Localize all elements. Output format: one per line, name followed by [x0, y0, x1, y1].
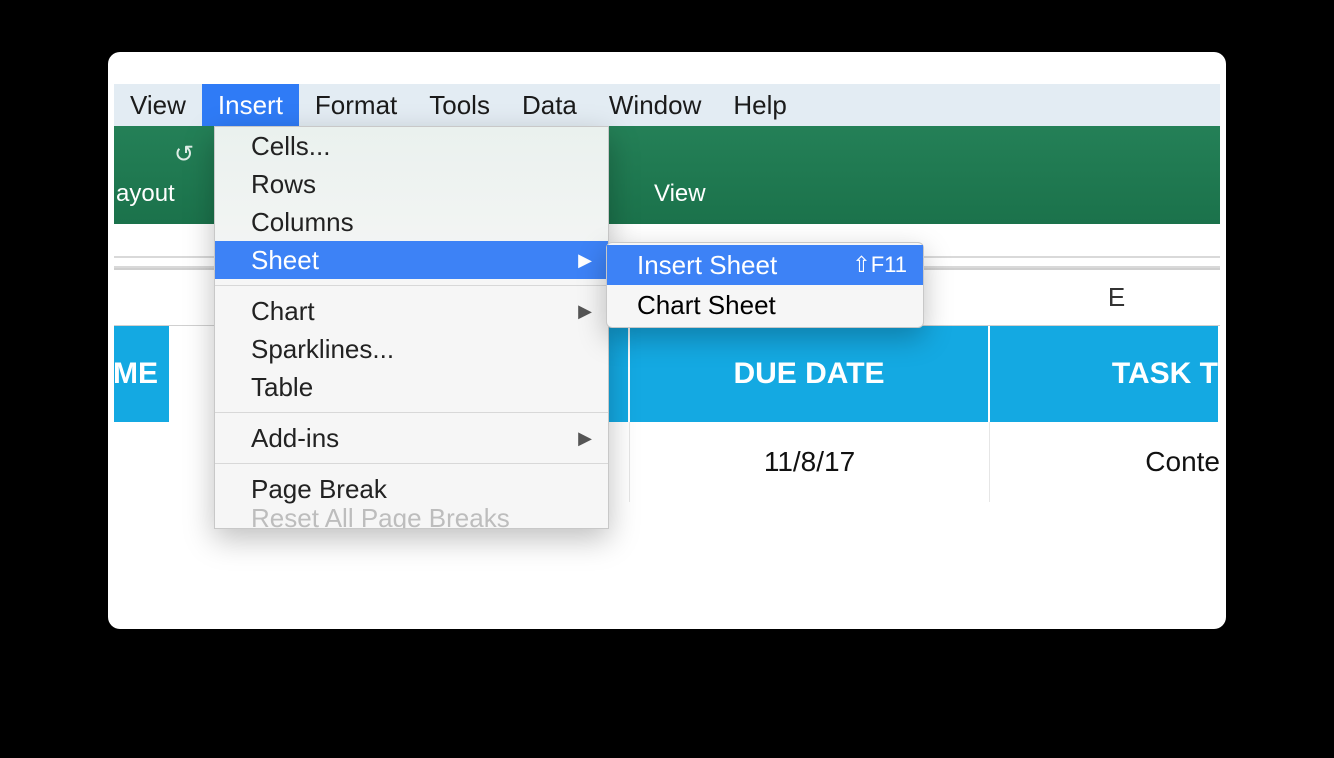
menubar: View Insert Format Tools Data Window Hel… — [114, 84, 1220, 126]
submenu-label: Insert Sheet — [637, 250, 777, 281]
table-header-name-frag: ME — [114, 326, 162, 422]
menu-item-reset-page-breaks[interactable]: Reset All Page Breaks — [215, 508, 608, 528]
ribbon-tab-view[interactable]: View — [654, 180, 706, 208]
app-window: View Insert Format Tools Data Window Hel… — [114, 84, 1220, 579]
menu-item-cells[interactable]: Cells... — [215, 127, 608, 165]
menu-item-table[interactable]: Table — [215, 368, 608, 406]
submenu-chart-sheet[interactable]: Chart Sheet — [607, 285, 923, 325]
col-header-e[interactable]: E — [1013, 270, 1220, 325]
menu-item-rows[interactable]: Rows — [215, 165, 608, 203]
ribbon-tab-layout[interactable]: ayout — [116, 180, 175, 208]
submenu-label: Chart Sheet — [637, 290, 776, 321]
cell-due-date[interactable]: 11/8/17 — [630, 422, 990, 502]
menu-tools[interactable]: Tools — [413, 84, 506, 126]
screenshot-card: View Insert Format Tools Data Window Hel… — [108, 52, 1226, 629]
table-header-due-date: DUE DATE — [630, 326, 990, 422]
sheet-submenu: Insert Sheet ⇧F11 Chart Sheet — [606, 242, 924, 328]
menu-data[interactable]: Data — [506, 84, 593, 126]
undo-icon[interactable]: ↺ — [174, 140, 194, 169]
menu-separator — [215, 412, 608, 413]
menu-separator — [215, 463, 608, 464]
insert-menu: Cells... Rows Columns Sheet Chart Sparkl… — [214, 126, 609, 529]
submenu-insert-sheet[interactable]: Insert Sheet ⇧F11 — [607, 245, 923, 285]
menu-help[interactable]: Help — [717, 84, 802, 126]
menu-format[interactable]: Format — [299, 84, 413, 126]
menu-window[interactable]: Window — [593, 84, 717, 126]
menu-view[interactable]: View — [114, 84, 202, 126]
menu-item-sheet[interactable]: Sheet — [215, 241, 608, 279]
menu-separator — [215, 285, 608, 286]
shortcut-label: ⇧F11 — [852, 252, 907, 278]
menu-item-addins[interactable]: Add-ins — [215, 419, 608, 457]
menu-item-page-break[interactable]: Page Break — [215, 470, 608, 508]
cell-task[interactable]: Conte — [990, 422, 1220, 502]
table-header-task: TASK T — [990, 326, 1220, 422]
menu-insert[interactable]: Insert — [202, 84, 299, 126]
menu-item-chart[interactable]: Chart — [215, 292, 608, 330]
menu-item-sparklines[interactable]: Sparklines... — [215, 330, 608, 368]
menu-item-columns[interactable]: Columns — [215, 203, 608, 241]
